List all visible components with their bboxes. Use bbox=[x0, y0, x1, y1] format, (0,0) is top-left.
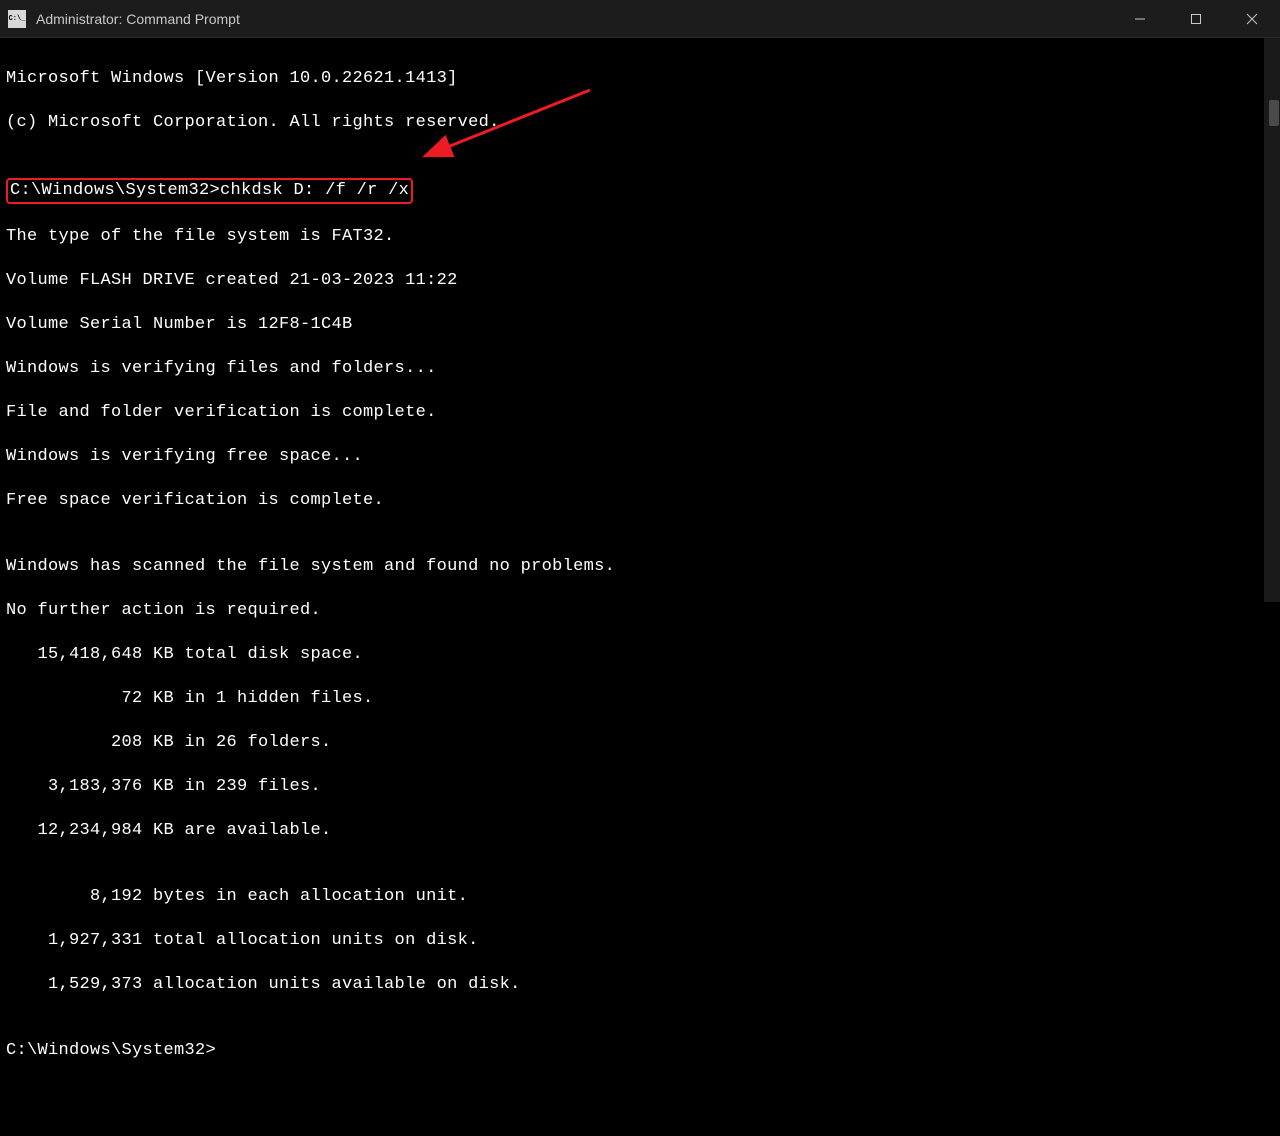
window-title: Administrator: Command Prompt bbox=[36, 11, 1112, 27]
output-line: 3,183,376 KB in 239 files. bbox=[6, 776, 1274, 798]
minimize-button[interactable] bbox=[1112, 0, 1168, 37]
output-line: Microsoft Windows [Version 10.0.22621.14… bbox=[6, 68, 1274, 90]
scrollbar-thumb[interactable] bbox=[1269, 100, 1279, 126]
output-line: The type of the file system is FAT32. bbox=[6, 226, 1274, 248]
prompt: C:\Windows\System32> bbox=[10, 181, 220, 200]
output-line: Windows is verifying files and folders..… bbox=[6, 358, 1274, 380]
output-line: 12,234,984 KB are available. bbox=[6, 820, 1274, 842]
output-line: Windows is verifying free space... bbox=[6, 446, 1274, 468]
maximize-button[interactable] bbox=[1168, 0, 1224, 37]
command-text: chkdsk D: /f /r /x bbox=[220, 181, 409, 200]
output-line: Free space verification is complete. bbox=[6, 490, 1274, 512]
highlight-annotation: C:\Windows\System32>chkdsk D: /f /r /x bbox=[6, 178, 413, 204]
output-line: Volume Serial Number is 12F8-1C4B bbox=[6, 314, 1274, 336]
output-line: 1,927,331 total allocation units on disk… bbox=[6, 930, 1274, 952]
close-icon bbox=[1246, 13, 1258, 25]
output-line: 8,192 bytes in each allocation unit. bbox=[6, 886, 1274, 908]
minimize-icon bbox=[1134, 13, 1146, 25]
output-line: No further action is required. bbox=[6, 600, 1274, 622]
maximize-icon bbox=[1190, 13, 1202, 25]
output-line: 72 KB in 1 hidden files. bbox=[6, 688, 1274, 710]
terminal-area[interactable]: Microsoft Windows [Version 10.0.22621.14… bbox=[0, 38, 1280, 1136]
output-line: (c) Microsoft Corporation. All rights re… bbox=[6, 112, 1274, 134]
output-line: File and folder verification is complete… bbox=[6, 402, 1274, 424]
cmd-icon bbox=[8, 10, 26, 28]
title-bar: Administrator: Command Prompt bbox=[0, 0, 1280, 38]
output-line: Windows has scanned the file system and … bbox=[6, 556, 1274, 578]
output-line: Volume FLASH DRIVE created 21-03-2023 11… bbox=[6, 270, 1274, 292]
scrollbar-track[interactable] bbox=[1264, 38, 1280, 602]
command-line: C:\Windows\System32>chkdsk D: /f /r /x bbox=[6, 178, 1274, 204]
close-button[interactable] bbox=[1224, 0, 1280, 37]
prompt-line: C:\Windows\System32> bbox=[6, 1040, 1274, 1062]
window-controls bbox=[1112, 0, 1280, 37]
output-line: 1,529,373 allocation units available on … bbox=[6, 974, 1274, 996]
output-line: 15,418,648 KB total disk space. bbox=[6, 644, 1274, 666]
output-line: 208 KB in 26 folders. bbox=[6, 732, 1274, 754]
